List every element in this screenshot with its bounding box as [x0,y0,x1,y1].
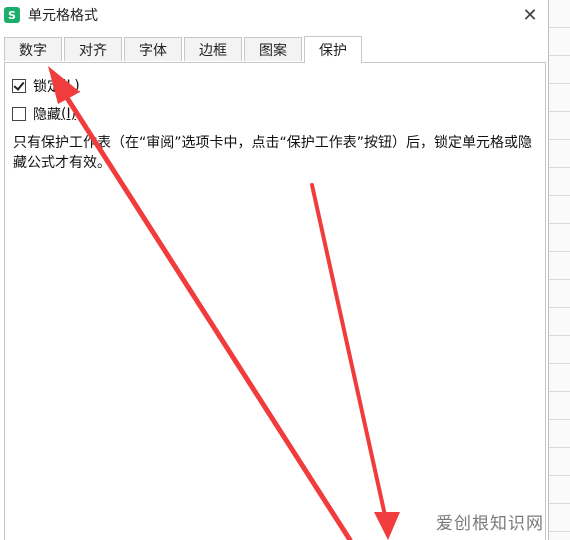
lock-checkbox[interactable] [12,79,26,93]
tab-border[interactable]: 边框 [184,37,242,61]
hide-hotkey: (I) [61,106,77,122]
lock-checkbox-row[interactable]: 锁定 (L) [12,76,80,96]
tab-pattern[interactable]: 图案 [244,37,302,61]
tab-number[interactable]: 数字 [4,37,62,61]
hide-checkbox[interactable] [12,107,26,121]
watermark-text: 爱创根知识网 [436,514,544,534]
lock-label: 锁定 [33,79,61,95]
dialog-title: 单元格格式 [28,8,98,24]
spreadsheet-background [548,0,570,540]
protection-panel: 锁定 (L) 隐藏 (I) 只有保护工作表（在“审阅”选项卡中，点击“保护工作表”按… [4,62,546,540]
hide-checkbox-row[interactable]: 隐藏 (I) [12,104,76,124]
tab-protection[interactable]: 保护 [304,36,362,63]
tab-bar: 数字 对齐 字体 边框 图案 保护 [4,36,364,63]
hide-label: 隐藏 [33,107,61,123]
wps-app-icon: S [4,7,20,23]
protection-description: 只有保护工作表（在“审阅”选项卡中，点击“保护工作表”按钮）后，锁定单元格或隐藏… [13,135,533,171]
close-icon[interactable]: ✕ [518,3,542,27]
lock-hotkey: (L) [61,78,80,94]
tab-font[interactable]: 字体 [124,37,182,61]
dialog-titlebar: S 单元格格式 ✕ [0,0,548,30]
tab-alignment[interactable]: 对齐 [64,37,122,61]
format-cells-dialog: S 单元格格式 ✕ 数字 对齐 字体 边框 图案 保护 锁定 (L) 隐藏 (I) … [0,0,549,540]
